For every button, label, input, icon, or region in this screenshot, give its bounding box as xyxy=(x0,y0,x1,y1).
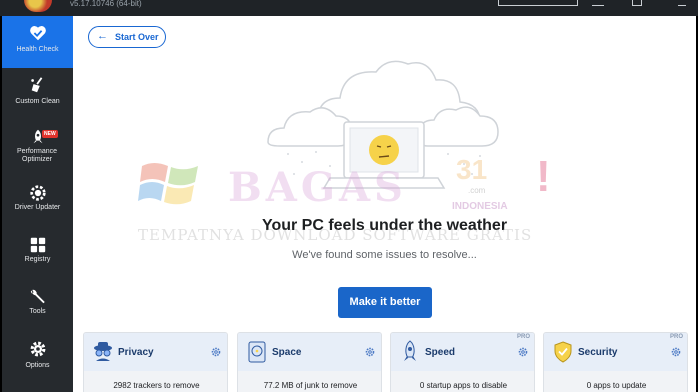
sidebar-item-registry[interactable]: Registry xyxy=(2,228,73,280)
disk-icon xyxy=(248,341,266,363)
sidebar-item-label: Options xyxy=(25,362,50,369)
gear-icon[interactable] xyxy=(671,347,681,357)
sidebar-item-label: Registry xyxy=(24,256,51,263)
start-over-label: Start Over xyxy=(115,32,159,42)
sidebar-item-custom-clean[interactable]: Custom Clean xyxy=(2,68,73,120)
wrench-icon xyxy=(30,289,45,304)
maximize-button[interactable] xyxy=(632,0,642,6)
rocket-icon xyxy=(404,340,416,361)
title-bar: v5.17.10746 (64-bit) xyxy=(0,0,698,16)
card-title: Space xyxy=(272,347,302,358)
card-value: 2982 trackers to remove xyxy=(113,381,200,390)
spy-icon xyxy=(94,342,112,361)
card-value: 0 apps to update xyxy=(586,381,647,390)
broom-icon xyxy=(31,77,43,93)
new-badge: NEW xyxy=(42,130,58,138)
privacy-card[interactable]: Privacy 2982 trackers to remove xyxy=(83,332,228,392)
sidebar-item-label: Custom Clean xyxy=(15,98,60,105)
app-version: v5.17.10746 (64-bit) xyxy=(70,0,142,8)
sidebar-item-label: Health Check xyxy=(16,46,59,53)
security-card[interactable]: PRO Security 0 apps to update xyxy=(543,332,688,392)
title-bar-control[interactable] xyxy=(498,0,578,6)
arrow-left-icon: ← xyxy=(97,30,108,42)
heart-check-icon xyxy=(30,26,46,41)
card-title: Speed xyxy=(425,347,456,358)
card-title: Security xyxy=(578,347,618,358)
card-title: Privacy xyxy=(118,347,154,358)
start-over-button[interactable]: ← Start Over xyxy=(88,26,166,48)
sidebar-item-driver-updater[interactable]: Driver Updater xyxy=(2,176,73,228)
sidebar-item-label: Tools xyxy=(29,308,46,315)
card-value: 0 startup apps to disable xyxy=(419,381,508,390)
gear-icon xyxy=(30,341,46,357)
space-card[interactable]: Space 77.2 MB of junk to remove xyxy=(237,332,382,392)
app-logo xyxy=(24,0,52,12)
sick-pc-illustration xyxy=(267,60,499,189)
main-panel: ← Start Over Your PC feels under the wea… xyxy=(73,16,696,392)
minimize-button[interactable] xyxy=(592,0,604,6)
shield-icon xyxy=(554,341,572,363)
pro-badge: PRO xyxy=(669,334,683,340)
gear-icon[interactable] xyxy=(518,347,528,357)
sidebar-item-tools[interactable]: Tools xyxy=(2,280,73,332)
sidebar: Health Check Custom Clean NEW Performanc… xyxy=(2,16,73,392)
app-window: v5.17.10746 (64-bit) Health Check Custom… xyxy=(0,0,698,392)
page-title: Your PC feels under the weather xyxy=(261,217,508,234)
sidebar-item-health-check[interactable]: Health Check xyxy=(2,16,73,68)
close-button[interactable] xyxy=(678,0,686,6)
sidebar-item-label: Performance Optimizer xyxy=(16,148,58,163)
grid-icon xyxy=(30,237,46,253)
speed-card[interactable]: PRO Speed 0 startup apps to disable xyxy=(390,332,535,392)
sidebar-item-options[interactable]: Options xyxy=(2,332,73,384)
gear-icon[interactable] xyxy=(211,347,221,357)
make-it-better-button[interactable]: Make it better xyxy=(338,287,432,318)
sidebar-item-label: Driver Updater xyxy=(14,204,61,211)
page-subtitle: We've found some issues to resolve... xyxy=(292,249,477,261)
pro-badge: PRO xyxy=(516,334,530,340)
card-value: 77.2 MB of junk to remove xyxy=(263,381,358,390)
sidebar-item-performance-optimizer[interactable]: NEW Performance Optimizer xyxy=(2,120,73,176)
gear-icon[interactable] xyxy=(365,347,375,357)
gear-chip-icon xyxy=(30,185,46,201)
